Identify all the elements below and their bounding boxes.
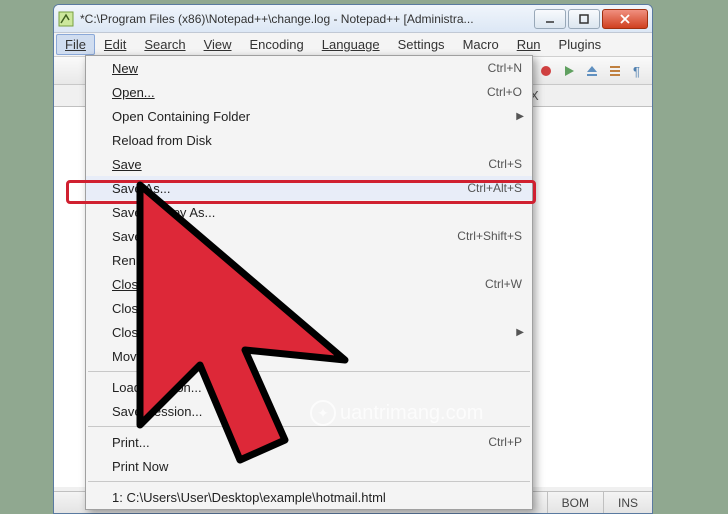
status-insert-mode: INS [603, 492, 652, 513]
menu-settings[interactable]: Settings [389, 34, 454, 55]
menu-bar: File Edit Search View Encoding Language … [54, 33, 652, 57]
menu-search[interactable]: Search [135, 34, 194, 55]
submenu-arrow-icon: ▶ [516, 327, 524, 338]
menu-file[interactable]: File [56, 34, 95, 55]
menu-separator [88, 481, 530, 482]
minimize-button[interactable] [534, 9, 566, 29]
toolbar-list-icon[interactable] [605, 61, 625, 81]
menu-edit[interactable]: Edit [95, 34, 135, 55]
menu-separator [88, 371, 530, 372]
menu-item-save[interactable]: SaveCtrl+S [86, 152, 532, 176]
menu-item-load-session[interactable]: Load Session... [86, 375, 532, 399]
menu-run[interactable]: Run [508, 34, 550, 55]
menu-item-save-session[interactable]: Save Session... [86, 399, 532, 423]
menu-view[interactable]: View [195, 34, 241, 55]
toolbar-eject-icon[interactable] [582, 61, 602, 81]
submenu-arrow-icon: ▶ [516, 111, 524, 122]
menu-item-open-containing-folder[interactable]: Open Containing Folder▶ [86, 104, 532, 128]
menu-language[interactable]: Language [313, 34, 389, 55]
app-icon [58, 11, 74, 27]
toolbar-pilcrow-icon[interactable]: ¶ [628, 61, 648, 81]
toolbar-play-icon[interactable] [559, 61, 579, 81]
file-menu-dropdown: NewCtrl+N Open...Ctrl+O Open Containing … [85, 55, 533, 510]
title-bar[interactable]: *C:\Program Files (x86)\Notepad++\change… [54, 5, 652, 33]
menu-item-new[interactable]: NewCtrl+N [86, 56, 532, 80]
menu-encoding[interactable]: Encoding [241, 34, 313, 55]
menu-item-save-all[interactable]: Save AllCtrl+Shift+S [86, 224, 532, 248]
svg-text:¶: ¶ [633, 64, 640, 78]
menu-item-save-as[interactable]: Save As...Ctrl+Alt+S [86, 176, 532, 200]
menu-item-close-more[interactable]: Close More▶ [86, 320, 532, 344]
menu-item-open[interactable]: Open...Ctrl+O [86, 80, 532, 104]
close-window-button[interactable] [602, 9, 648, 29]
menu-item-close[interactable]: CloseCtrl+W [86, 272, 532, 296]
menu-separator [88, 426, 530, 427]
menu-item-close-all[interactable]: Close All [86, 296, 532, 320]
menu-plugins[interactable]: Plugins [550, 34, 611, 55]
menu-item-recent-1[interactable]: 1: C:\Users\User\Desktop\example\hotmail… [86, 485, 532, 509]
toolbar-macro-record-icon[interactable] [536, 61, 556, 81]
status-encoding: BOM [547, 492, 603, 513]
menu-item-print-now[interactable]: Print Now [86, 454, 532, 478]
menu-macro[interactable]: Macro [454, 34, 508, 55]
menu-item-move-to[interactable]: Move to [86, 344, 532, 368]
maximize-button[interactable] [568, 9, 600, 29]
menu-item-rename[interactable]: Rename... [86, 248, 532, 272]
menu-item-print[interactable]: Print...Ctrl+P [86, 430, 532, 454]
menu-item-save-copy-as[interactable]: Save a Copy As... [86, 200, 532, 224]
window-title: *C:\Program Files (x86)\Notepad++\change… [80, 12, 532, 26]
menu-item-reload[interactable]: Reload from Disk [86, 128, 532, 152]
